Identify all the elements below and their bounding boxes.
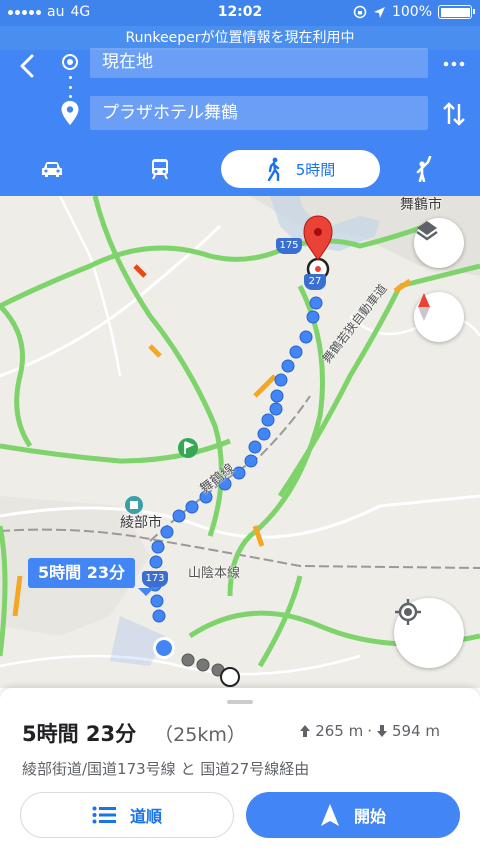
origin-dot-icon	[62, 54, 78, 70]
status-bar: au 4G 12:02 100%	[0, 0, 480, 26]
route-via: 綾部街道/国道173号線 と 国道27号線経由	[22, 760, 310, 778]
arrow-down-icon	[376, 725, 387, 737]
rotation-lock-icon	[353, 5, 367, 19]
walk-duration: 5時間	[295, 160, 336, 179]
elevation-up: 265 m	[315, 722, 364, 740]
route-connector	[69, 76, 72, 98]
steps-label: 道順	[129, 807, 162, 826]
park-icon	[178, 438, 198, 458]
navigation-arrow-icon	[320, 804, 339, 826]
label-ayabe-city: 綾部市	[120, 515, 162, 531]
mode-transit[interactable]	[144, 150, 176, 188]
battery-icon	[438, 5, 475, 19]
elevation-down: 594 m	[391, 722, 440, 740]
mode-walk[interactable]: 5時間	[221, 150, 380, 188]
back-icon[interactable]	[14, 52, 42, 80]
route-distance: （25km）	[154, 724, 246, 746]
shield-173: 173	[142, 571, 168, 587]
steps-button[interactable]: 道順	[20, 792, 234, 838]
route-summary: 5時間 23分 （25km） 265 m · 594 m	[22, 718, 462, 748]
route-summary-sheet[interactable]: 5時間 23分 （25km） 265 m · 594 m 綾部街道/国道173号…	[0, 688, 480, 854]
origin-field[interactable]: 現在地	[90, 48, 428, 78]
elevation-info: 265 m · 594 m	[299, 722, 440, 740]
destination-pin-icon	[61, 101, 79, 125]
shield-175: 175	[276, 238, 302, 254]
list-icon	[92, 806, 116, 824]
layers-button[interactable]	[414, 218, 464, 268]
crosshair-icon	[395, 599, 421, 625]
directions-header: 現在地 プラザホテル舞鶴 5時間	[0, 48, 480, 196]
travel-mode-bar: 5時間	[0, 150, 480, 188]
mode-car[interactable]	[36, 150, 68, 188]
my-location-button[interactable]	[394, 598, 464, 668]
destination-field[interactable]: プラザホテル舞鶴	[90, 96, 428, 130]
map-view[interactable]: 舞鶴市 綾部市 山陰本線 舞鶴線 舞鶴若狭自動車道 175 27 173 5時間…	[0, 196, 480, 688]
car-icon	[42, 162, 62, 177]
route-end-marker	[220, 667, 240, 687]
layers-icon	[416, 221, 438, 241]
elevation-separator: ·	[367, 722, 372, 740]
mode-ride[interactable]	[408, 150, 440, 188]
more-icon[interactable]	[442, 52, 466, 76]
sheet-drag-handle[interactable]	[227, 700, 253, 704]
start-label: 開始	[353, 807, 386, 826]
location-in-use-banner[interactable]: Runkeeperが位置情報を現在利用中	[0, 26, 480, 50]
label-maizuru-city: 舞鶴市	[400, 197, 442, 213]
location-arrow-icon	[373, 6, 385, 18]
hail-icon	[416, 156, 432, 182]
label-sanin-line: 山陰本線	[188, 566, 241, 581]
route-duration: 5時間 23分	[22, 722, 137, 746]
route-duration-callout[interactable]: 5時間 23分	[28, 558, 154, 596]
start-button[interactable]: 開始	[246, 792, 460, 838]
status-right: 100%	[353, 4, 475, 20]
battery-percent: 100%	[391, 4, 432, 20]
current-location-dot	[156, 640, 172, 656]
swap-icon[interactable]	[442, 100, 466, 128]
compass-button[interactable]	[414, 292, 464, 342]
compass-icon	[418, 293, 430, 321]
walk-icon	[267, 157, 279, 181]
shield-27: 27	[304, 274, 326, 290]
train-icon	[152, 159, 168, 180]
arrow-up-icon	[300, 725, 311, 737]
